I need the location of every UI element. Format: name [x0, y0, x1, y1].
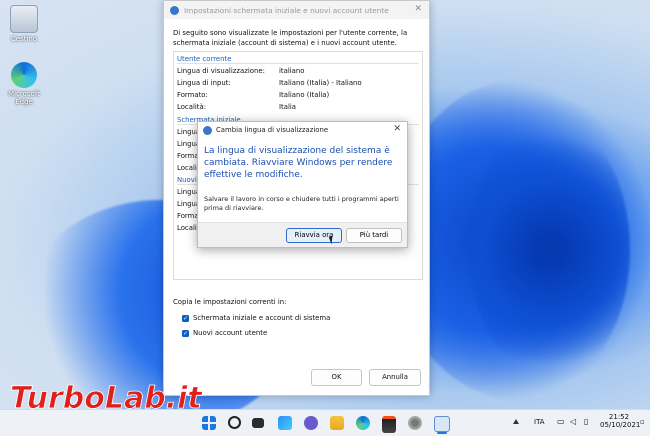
row-label: Formato: — [177, 91, 208, 99]
start-icon[interactable] — [202, 416, 216, 430]
checkbox-new-users[interactable]: ✓ Nuovi account utente — [182, 329, 267, 337]
taskbar: ITA ▭ ◁ ▯ 21:52 05/10/2021 ▫ — [0, 409, 650, 436]
checkmark-icon: ✓ — [182, 329, 189, 337]
input-language-indicator[interactable]: ITA — [534, 418, 545, 426]
row-label: Locali — [177, 164, 197, 172]
wallpaper-bloom — [470, 120, 630, 380]
copy-settings-label: Copia le impostazioni correnti in: — [173, 298, 287, 306]
row-value: italiano — [279, 67, 305, 75]
globe-icon — [170, 5, 179, 15]
desktop-icon-edge[interactable]: Microsoft Edge — [0, 62, 48, 106]
clock-date: 05/10/2021 — [600, 421, 641, 429]
notification-icon[interactable]: ▫ — [640, 418, 645, 426]
row-value: Italia — [279, 103, 297, 111]
clock[interactable]: 21:52 05/10/2021 — [600, 413, 641, 429]
checkbox-label: Nuovi account utente — [193, 329, 268, 337]
file-explorer-icon[interactable] — [330, 416, 344, 430]
recycle-bin-icon — [10, 5, 38, 33]
settings-icon[interactable] — [408, 416, 422, 430]
chat-icon[interactable] — [304, 416, 318, 430]
row-label: Località: — [177, 103, 207, 111]
clock-time: 21:52 — [608, 413, 630, 421]
globe-icon — [203, 125, 212, 135]
battery-icon[interactable]: ▯ — [584, 417, 588, 426]
dialog-title: Cambia lingua di visualizzazione — [216, 126, 329, 134]
divider — [177, 63, 419, 64]
task-view-icon[interactable] — [252, 418, 264, 428]
dialog-main-instruction: La lingua di visualizzazione del sistema… — [204, 146, 393, 180]
desktop-icon-label: Cestino — [10, 35, 38, 43]
checkmark-icon: ✓ — [182, 314, 189, 322]
desktop-icon-label: Microsoft Edge — [8, 90, 40, 106]
desktop-icon-recycle-bin[interactable]: Cestino — [0, 5, 48, 43]
row-label: Lingua di visualizzazione: — [177, 67, 265, 75]
search-icon[interactable] — [228, 416, 241, 429]
row-label: Forma — [177, 152, 199, 160]
row-value: Italiano (Italia) — [279, 91, 330, 99]
dialog-title-bar[interactable]: Cambia lingua di visualizzazione ✕ — [198, 122, 407, 138]
close-icon[interactable]: ✕ — [393, 124, 401, 134]
active-app-indicator — [437, 432, 447, 434]
widgets-icon[interactable] — [278, 416, 292, 430]
ok-button[interactable]: OK — [311, 369, 362, 386]
section-heading-current-user: Utente corrente — [177, 55, 232, 63]
section-heading-new-users: Nuovi — [177, 176, 197, 184]
store-icon[interactable] — [382, 416, 396, 433]
volume-icon[interactable]: ◁ — [570, 417, 576, 426]
language-settings-icon[interactable] — [434, 416, 450, 432]
dialog-content-text: Salvare il lavoro in corso e chiudere tu… — [204, 195, 399, 212]
dialog-footer: Riavvia ora Più tardi — [198, 222, 407, 247]
window-title-bar[interactable]: Impostazioni schermata iniziale e nuovi … — [164, 1, 429, 19]
close-icon[interactable]: ✕ — [414, 4, 422, 14]
window-title: Impostazioni schermata iniziale e nuovi … — [184, 5, 389, 15]
intro-text: Di seguito sono visualizzate le impostaz… — [173, 29, 408, 47]
chevron-up-icon[interactable] — [513, 419, 519, 424]
edge-icon — [11, 62, 37, 88]
checkbox-label: Schermata iniziale e account di sistema — [193, 314, 331, 322]
row-value: Italiano (Italia) - Italiano — [279, 79, 362, 87]
row-label: Lingua di input: — [177, 79, 231, 87]
cancel-button[interactable]: Annulla — [369, 369, 421, 386]
network-icon[interactable]: ▭ — [557, 417, 565, 426]
checkbox-welcome-screen[interactable]: ✓ Schermata iniziale e account di sistem… — [182, 314, 330, 322]
change-display-language-dialog: Cambia lingua di visualizzazione ✕ La li… — [197, 121, 408, 248]
restart-later-button[interactable]: Più tardi — [346, 228, 402, 243]
edge-icon[interactable] — [356, 416, 370, 430]
